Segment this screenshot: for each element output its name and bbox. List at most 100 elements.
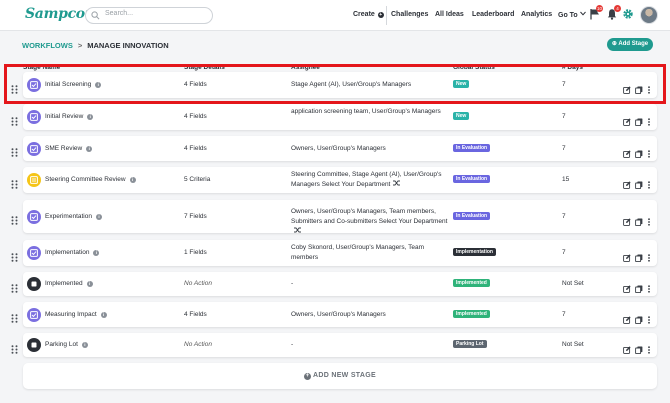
add-new-stage-text: ADD NEW STAGE bbox=[313, 372, 376, 379]
stage-name[interactable]: Implementation i bbox=[45, 249, 100, 256]
stage-name-text: Experimentation bbox=[45, 212, 92, 220]
edit-icon[interactable] bbox=[623, 249, 631, 262]
stage-row[interactable]: Parking Lot i No Action - Parking Lot Not Set bbox=[23, 333, 657, 357]
stage-name-text: Implementation bbox=[45, 249, 90, 256]
edit-icon[interactable] bbox=[623, 213, 631, 226]
info-icon[interactable]: i bbox=[81, 342, 88, 348]
stage-row[interactable]: Steering Committee Review i 5 Criteria Stee… bbox=[23, 167, 657, 193]
breadcrumb-separator: > bbox=[77, 41, 83, 50]
more-options-icon[interactable] bbox=[645, 113, 653, 126]
edit-icon[interactable] bbox=[623, 113, 631, 126]
info-icon[interactable]: i bbox=[129, 177, 136, 183]
stage-name[interactable]: Measuring Impact i bbox=[45, 311, 107, 318]
drag-handle-icon[interactable] bbox=[11, 341, 18, 354]
assignee: - bbox=[291, 279, 449, 289]
nav-go-to[interactable]: Go To bbox=[558, 11, 586, 19]
stage-name[interactable]: Parking Lot i bbox=[45, 341, 88, 348]
stage-name-text: Steering Committee Review bbox=[45, 176, 126, 183]
drag-handle-icon[interactable] bbox=[11, 176, 18, 189]
stop-icon bbox=[27, 338, 41, 352]
more-options-icon[interactable] bbox=[645, 341, 653, 354]
days-value: 15 bbox=[562, 176, 570, 183]
info-icon[interactable]: i bbox=[86, 281, 93, 287]
drag-handle-icon[interactable] bbox=[11, 249, 18, 262]
info-icon[interactable]: i bbox=[87, 114, 94, 120]
copy-icon[interactable] bbox=[635, 311, 643, 324]
nav-all-ideas[interactable]: All Ideas bbox=[435, 11, 464, 18]
stage-name[interactable]: Initial Review i bbox=[45, 113, 94, 120]
edit-icon[interactable] bbox=[623, 145, 631, 158]
info-icon[interactable]: i bbox=[100, 311, 107, 318]
drag-handle-icon[interactable] bbox=[11, 144, 18, 157]
more-options-icon[interactable] bbox=[645, 311, 653, 324]
search-input[interactable]: Search... bbox=[85, 7, 213, 24]
criteria-icon bbox=[27, 173, 41, 187]
top-navbar: Sampcom Search... Create + Challenges Al… bbox=[0, 0, 670, 31]
copy-icon[interactable] bbox=[635, 213, 643, 226]
stage-row[interactable]: Initial Review i 4 Fields application scree… bbox=[23, 104, 657, 130]
copy-icon[interactable] bbox=[635, 249, 643, 263]
stage-row[interactable]: Experimentation i 7 Fields Owners, User/Gro… bbox=[23, 200, 657, 233]
nav-challenges[interactable]: Challenges bbox=[391, 11, 428, 18]
more-options-icon[interactable] bbox=[645, 280, 653, 293]
search-icon bbox=[91, 11, 100, 20]
stage-row[interactable]: Implementation i 1 Fields Coby Skonord, Use… bbox=[23, 240, 657, 266]
stage-details: 4 Fields bbox=[184, 144, 207, 152]
edit-icon[interactable] bbox=[623, 176, 631, 189]
highlight-box bbox=[4, 64, 666, 104]
drag-handle-icon[interactable] bbox=[11, 280, 18, 293]
edit-icon[interactable] bbox=[623, 341, 631, 354]
assignee-text: - bbox=[291, 341, 294, 348]
stage-row[interactable]: SME Review i 4 Fields Owners, User/Group's … bbox=[23, 136, 657, 161]
days-value: 7 bbox=[562, 310, 566, 318]
more-options-icon[interactable] bbox=[645, 176, 653, 189]
stage-name-text: Measuring Impact bbox=[45, 310, 97, 318]
nav-analytics[interactable]: Analytics bbox=[521, 11, 552, 18]
copy-icon[interactable] bbox=[635, 145, 643, 158]
user-avatar[interactable] bbox=[640, 6, 658, 24]
plus-icon: + bbox=[377, 12, 384, 18]
stage-details: 4 Fields bbox=[184, 113, 207, 120]
status-badge: New bbox=[453, 112, 470, 120]
add-stage-button[interactable]: ⊕ Add Stage bbox=[607, 38, 653, 51]
breadcrumb-workflows[interactable]: WORKFLOWS bbox=[22, 41, 73, 50]
stage-row[interactable]: Implemented i No Action - Implemented Not Set bbox=[23, 272, 657, 296]
check-square-icon bbox=[27, 110, 41, 124]
edit-icon[interactable] bbox=[623, 280, 631, 293]
stage-name[interactable]: SME Review i bbox=[45, 145, 93, 152]
more-options-icon[interactable] bbox=[645, 145, 653, 158]
stage-name-text: Parking Lot bbox=[45, 341, 78, 348]
nav-leaderboard[interactable]: Leaderboard bbox=[472, 11, 514, 18]
shuffle-icon[interactable] bbox=[393, 180, 401, 188]
info-icon[interactable]: i bbox=[86, 145, 93, 152]
assignee-text: Owners, User/Group's Managers bbox=[291, 310, 386, 318]
drag-handle-icon[interactable] bbox=[11, 113, 18, 126]
check-square-icon bbox=[27, 141, 41, 156]
copy-icon[interactable] bbox=[635, 280, 643, 294]
drag-handle-icon[interactable] bbox=[11, 212, 18, 225]
stage-row[interactable]: Measuring Impact i 4 Fields Owners, User/Gr… bbox=[23, 302, 657, 327]
days-value: 7 bbox=[562, 212, 566, 220]
copy-icon[interactable] bbox=[635, 113, 643, 127]
gear-icon[interactable] bbox=[622, 8, 634, 20]
stage-name[interactable]: Steering Committee Review i bbox=[45, 176, 136, 183]
info-icon[interactable]: i bbox=[93, 250, 100, 256]
more-options-icon[interactable] bbox=[645, 213, 653, 226]
more-options-icon[interactable] bbox=[645, 249, 653, 262]
create-menu[interactable]: Create + bbox=[353, 11, 384, 18]
plus-icon: + bbox=[304, 373, 312, 380]
copy-icon[interactable] bbox=[635, 176, 643, 190]
copy-icon[interactable] bbox=[635, 341, 643, 355]
edit-icon[interactable] bbox=[623, 311, 631, 324]
bell-badge: 4 bbox=[614, 5, 621, 12]
stage-name[interactable]: Experimentation i bbox=[45, 213, 102, 220]
stage-name[interactable]: Implemented i bbox=[45, 280, 93, 287]
shuffle-icon[interactable] bbox=[294, 227, 301, 235]
add-new-stage-button[interactable]: + ADD NEW STAGE bbox=[23, 363, 657, 389]
assignee: application screening team, User/Group's… bbox=[291, 107, 449, 117]
drag-handle-icon[interactable] bbox=[11, 310, 18, 323]
assignee: Steering Committee, Stage Agent (AI), Us… bbox=[291, 170, 449, 190]
check-square-icon bbox=[27, 209, 41, 224]
create-label: Create bbox=[353, 11, 375, 18]
info-icon[interactable]: i bbox=[95, 213, 102, 220]
